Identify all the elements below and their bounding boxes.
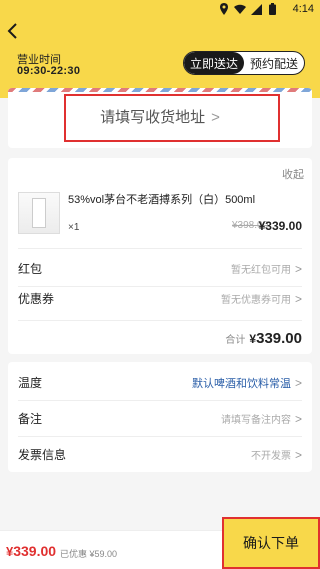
airmail-stripe	[8, 88, 312, 92]
red-packet-value: 暂无红包可用 >	[230, 262, 302, 276]
header-bar: 4:14 营业时间 09:30-22:30 立即送达 预约配送	[0, 0, 320, 98]
chevron-right-icon: >	[294, 262, 302, 276]
clock: 4:14	[292, 3, 314, 15]
pay-amount: 339.00	[13, 543, 57, 559]
back-arrow-icon	[7, 23, 17, 39]
chevron-right-icon: >	[294, 376, 302, 390]
temperature-label: 温度	[18, 376, 43, 390]
wifi-icon	[234, 3, 246, 15]
business-hours-value: 09:30-22:30	[17, 65, 81, 77]
note-value: 请填写备注内容 >	[220, 412, 302, 426]
signal-icon	[250, 3, 262, 15]
current-price: ¥339.00	[258, 219, 302, 233]
address-highlight-box	[64, 94, 280, 142]
status-bar: 4:14	[0, 0, 320, 20]
coupon-row[interactable]: 优惠券 暂无优惠券可用 >	[8, 280, 312, 316]
chevron-right-icon: >	[294, 412, 302, 426]
chevron-right-icon: >	[294, 292, 302, 306]
divider	[18, 320, 302, 321]
subtotal-label: 合计	[225, 335, 246, 346]
red-packet-label: 红包	[18, 262, 43, 276]
invoice-value: 不开发票 >	[250, 448, 302, 462]
pay-total: ¥339.00	[6, 543, 56, 559]
coupon-value: 暂无优惠券可用 >	[220, 292, 302, 306]
confirm-highlight-box	[222, 517, 320, 569]
temperature-row[interactable]: 温度 默认啤酒和饮料常温 >	[8, 364, 312, 400]
order-settings-card: 温度 默认啤酒和饮料常温 > 备注 请填写备注内容 > 发票信息 不开发票 >	[8, 362, 312, 472]
chevron-right-icon: >	[294, 448, 302, 462]
invoice-row[interactable]: 发票信息 不开发票 >	[8, 436, 312, 472]
back-button[interactable]	[4, 22, 22, 40]
subtotal: 合计 ¥339.00	[225, 330, 302, 347]
note-label: 备注	[18, 412, 43, 426]
battery-icon	[266, 3, 278, 15]
tab-deliver-now[interactable]: 立即送达	[184, 52, 244, 74]
invoice-label: 发票信息	[18, 448, 67, 462]
discount-saved: 已优惠 ¥59.00	[60, 549, 118, 559]
location-icon	[218, 3, 230, 15]
collapse-button[interactable]: 收起	[282, 166, 304, 182]
divider	[18, 248, 302, 249]
tab-scheduled-delivery[interactable]: 预约配送	[244, 52, 304, 74]
note-row[interactable]: 备注 请填写备注内容 >	[8, 400, 312, 436]
product-quantity: ×1	[68, 222, 80, 233]
status-icons	[218, 3, 278, 15]
goods-card: 收起 53%vol茅台不老酒搏系列（白）500ml ×1 ¥398.00 ¥33…	[8, 158, 312, 354]
coupon-label: 优惠券	[18, 292, 55, 306]
delivery-mode-toggle: 立即送达 预约配送	[183, 51, 305, 75]
product-thumbnail	[18, 192, 60, 234]
bottle-box-image	[32, 198, 46, 228]
subtotal-amount: 339.00	[256, 330, 302, 347]
product-name: 53%vol茅台不老酒搏系列（白）500ml	[68, 194, 256, 206]
temperature-value: 默认啤酒和饮料常温 >	[191, 376, 302, 390]
